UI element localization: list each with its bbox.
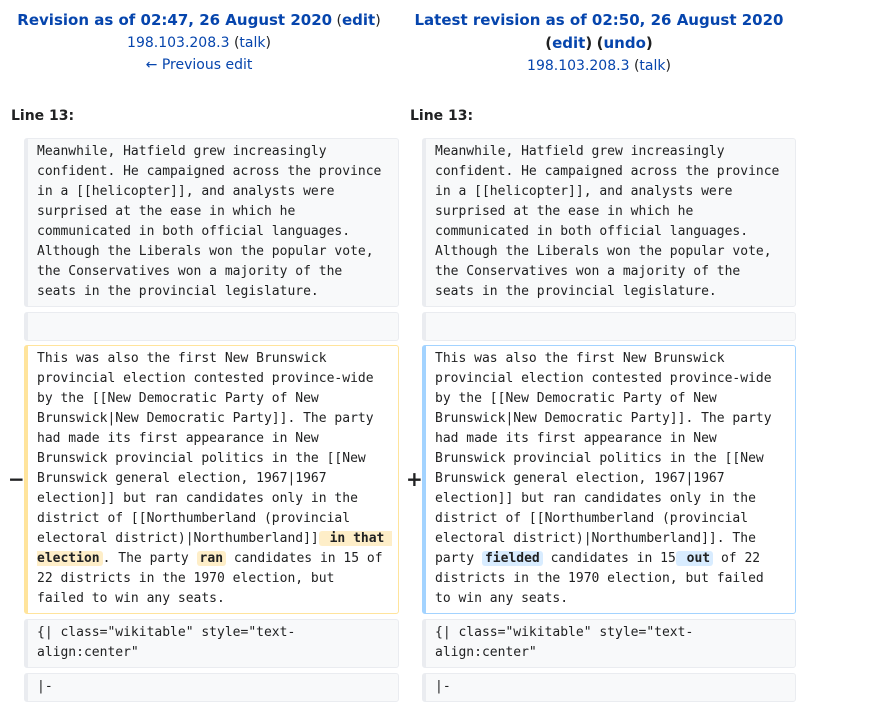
old-edit-link[interactable]: edit — [342, 11, 375, 29]
previous-edit-link[interactable]: ← Previous edit — [146, 57, 253, 73]
empty-context-cell-right — [422, 312, 796, 341]
context-cell-right: Meanwhile, Hatfield grew increasingly co… — [422, 138, 796, 307]
new-revision-header: Latest revision as of 02:50, 26 August 2… — [414, 11, 784, 74]
deleted-text: . The party — [102, 551, 197, 566]
undo-link[interactable]: undo — [604, 34, 646, 52]
new-talk-link[interactable]: talk — [639, 58, 665, 74]
context-cell-left: Meanwhile, Hatfield grew increasingly co… — [24, 138, 399, 307]
added-words: fielded — [481, 551, 543, 566]
line-number-left: Line 13: — [11, 108, 75, 124]
added-text: This was also the first New Brunswick pr… — [435, 351, 780, 566]
new-edit-link[interactable]: edit — [552, 34, 585, 52]
added-line-marker: + — [406, 467, 423, 491]
old-talk-link[interactable]: talk — [239, 35, 265, 51]
row-separator-cell-left: |- — [24, 673, 399, 702]
deleted-words: ran — [196, 551, 227, 566]
added-words: out — [675, 551, 714, 566]
added-line-cell: This was also the first New Brunswick pr… — [422, 345, 796, 614]
old-user-link[interactable]: 198.103.208.3 — [127, 35, 229, 51]
added-text: candidates in 15 — [542, 551, 676, 566]
old-revision-header: Revision as of 02:47, 26 August 2020 (ed… — [17, 11, 381, 73]
deleted-line-marker: − — [8, 467, 25, 491]
row-separator-cell-right: |- — [422, 673, 796, 702]
table-start-cell-left: {| class="wikitable" style="text-align:c… — [24, 619, 399, 668]
deleted-text: This was also the first New Brunswick pr… — [37, 351, 382, 546]
line-number-right: Line 13: — [410, 108, 474, 124]
new-user-link[interactable]: 198.103.208.3 — [527, 58, 629, 74]
empty-context-cell-left — [24, 312, 399, 341]
new-revision-title-link[interactable]: Latest revision as of 02:50, 26 August 2… — [415, 11, 784, 29]
deleted-line-cell: This was also the first New Brunswick pr… — [24, 345, 399, 614]
table-start-cell-right: {| class="wikitable" style="text-align:c… — [422, 619, 796, 668]
old-revision-title-link[interactable]: Revision as of 02:47, 26 August 2020 — [17, 11, 332, 29]
